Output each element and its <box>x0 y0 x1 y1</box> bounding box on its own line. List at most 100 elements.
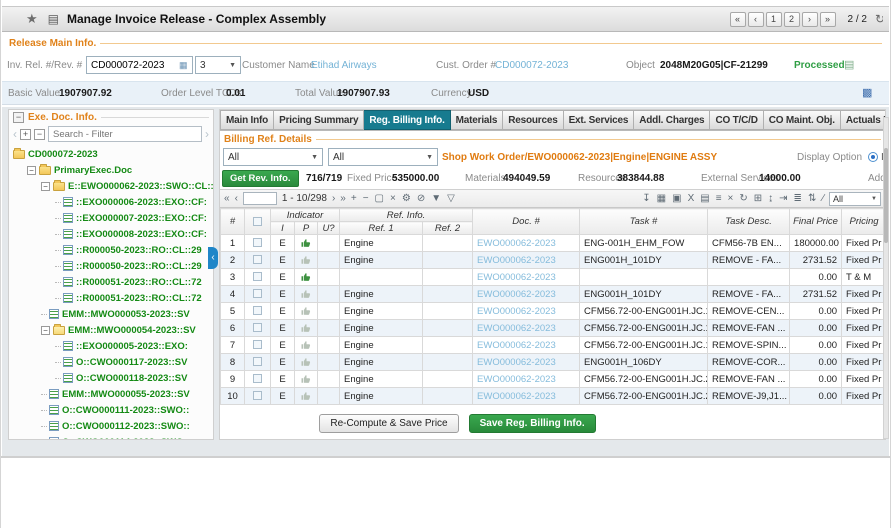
tree-item[interactable]: O::CWO000117-2023::SV <box>9 354 213 370</box>
table-row[interactable]: 9EEngineEWO000062-2023CFM56.72-00-ENG001… <box>221 371 887 388</box>
remove-icon[interactable]: × <box>390 191 396 206</box>
checkbox-icon[interactable] <box>253 340 262 349</box>
sort-icon[interactable]: ⇅ <box>808 191 816 206</box>
table-row[interactable]: 6EEngineEWO000062-2023CFM56.72-00-ENG001… <box>221 320 887 337</box>
tree-expander-icon[interactable]: − <box>41 182 50 191</box>
chevron-left-icon[interactable]: ‹ <box>13 127 17 141</box>
grid-next-page-icon[interactable]: › <box>332 191 335 206</box>
filter-icon[interactable]: ▼ <box>431 191 441 206</box>
checkbox-icon[interactable] <box>253 289 262 298</box>
doc-number-link[interactable]: EWO000062-2023 <box>477 255 556 266</box>
row-checkbox[interactable] <box>245 303 271 320</box>
row-checkbox[interactable] <box>245 252 271 269</box>
expand-icon[interactable]: ⊞ <box>754 191 762 206</box>
tab-co-t-c-d[interactable]: CO T/C/D <box>710 110 763 130</box>
pin-icon[interactable]: ↨ <box>768 191 773 206</box>
refresh-icon[interactable]: ↻ <box>739 191 747 206</box>
table-row[interactable]: 10EEngineEWO000062-2023CFM56.72-00-ENG00… <box>221 388 887 405</box>
tab-actuals-info[interactable]: Actuals Info. <box>841 110 885 130</box>
row-checkbox[interactable] <box>245 269 271 286</box>
export-icon[interactable]: ▩ <box>862 86 872 99</box>
pager-first-button[interactable]: « <box>730 12 746 27</box>
export-pdf-icon[interactable]: ↧ <box>642 191 650 206</box>
col-p-header[interactable]: P <box>295 222 318 235</box>
tree-item[interactable]: EMM::MWO000055-2023::SV <box>9 386 213 402</box>
tree-item[interactable]: −E::EWO000062-2023::SWO::CL:: <box>9 178 213 194</box>
unfilter-icon[interactable]: ∕ <box>822 191 824 206</box>
tree-search-input[interactable] <box>48 126 202 142</box>
row-checkbox[interactable] <box>245 235 271 252</box>
panel-splitter-handle[interactable]: ‹ <box>208 247 218 269</box>
lookup-icon[interactable]: ▦ <box>179 60 188 71</box>
doc-number-link[interactable]: EWO000062-2023 <box>477 272 556 283</box>
chevron-right-icon[interactable]: › <box>205 127 209 141</box>
pager-prev-button[interactable]: ‹ <box>748 12 764 27</box>
grid-view-select[interactable]: All ▼ <box>829 192 881 206</box>
tab-co-maint-obj[interactable]: CO Maint. Obj. <box>764 110 841 130</box>
table-row[interactable]: 5EEngineEWO000062-2023CFM56.72-00-ENG001… <box>221 303 887 320</box>
table-row[interactable]: 2EEngineEWO000062-2023ENG001H_101DYREMOV… <box>221 252 887 269</box>
col-taskdesc-header[interactable]: Task Desc. <box>708 209 790 235</box>
scrollbar-thumb[interactable] <box>884 148 888 243</box>
report-icon[interactable]: ▤ <box>700 191 709 206</box>
col-num-header[interactable]: # <box>221 209 245 235</box>
display-option-radio[interactable] <box>868 152 878 162</box>
tree-item[interactable]: ::EXO000006-2023::EXO::CF: <box>9 194 213 210</box>
inv-rel-input[interactable] <box>86 56 193 74</box>
doc-link[interactable]: EWO000062-2023 <box>473 252 580 269</box>
chart-icon[interactable]: ▦ <box>657 191 666 206</box>
recompute-save-price-button[interactable]: Re-Compute & Save Price <box>319 414 458 433</box>
tab-addl-charges[interactable]: Addl. Charges <box>634 110 710 130</box>
refresh-icon[interactable]: ↻ <box>875 12 883 26</box>
collapse-panel-icon[interactable]: − <box>13 112 24 123</box>
tree-item[interactable]: ::R000050-2023::RO::CL::29 <box>9 242 213 258</box>
doc-number-link[interactable]: EWO000062-2023 <box>477 289 556 300</box>
checkbox-icon[interactable] <box>253 255 262 264</box>
doc-number-link[interactable]: EWO000062-2023 <box>477 374 556 385</box>
collapse-all-icon[interactable]: − <box>34 129 45 140</box>
tree-item[interactable]: −EMM::MWO000054-2023::SV <box>9 322 213 338</box>
checkbox-icon[interactable] <box>253 306 262 315</box>
tab-materials[interactable]: Materials <box>451 110 504 130</box>
tree-expander-icon[interactable]: − <box>41 326 50 335</box>
doc-number-link[interactable]: EWO000062-2023 <box>477 391 556 402</box>
calculator-icon[interactable]: ▣ <box>672 191 681 206</box>
checkbox-icon[interactable] <box>253 272 262 281</box>
columns-icon[interactable]: ≣ <box>794 191 802 206</box>
row-checkbox[interactable] <box>245 388 271 405</box>
row-checkbox[interactable] <box>245 320 271 337</box>
doc-link[interactable]: EWO000062-2023 <box>473 286 580 303</box>
favorite-star-icon[interactable]: ★ <box>26 11 38 27</box>
col-pricing-header[interactable]: Pricing <box>842 209 886 235</box>
doc-number-link[interactable]: EWO000062-2023 <box>477 306 556 317</box>
row-checkbox[interactable] <box>245 337 271 354</box>
expand-all-icon[interactable]: + <box>20 129 31 140</box>
freeze-icon[interactable]: ⇥ <box>779 191 787 206</box>
tree-item[interactable]: ::EXO000007-2023::EXO::CF: <box>9 210 213 226</box>
col-ref1-header[interactable]: Ref. 1 <box>340 222 423 235</box>
doc-link[interactable]: EWO000062-2023 <box>473 388 580 405</box>
pager-last-button[interactable]: » <box>820 12 836 27</box>
add-row-icon[interactable]: + <box>351 191 357 206</box>
select-all-checkbox[interactable] <box>245 209 271 235</box>
tree-item[interactable]: CD000072-2023 <box>9 146 213 162</box>
row-checkbox[interactable] <box>245 354 271 371</box>
checkbox-icon[interactable] <box>253 238 262 247</box>
table-row[interactable]: 3EEWO000062-20230.00T & M <box>221 269 887 286</box>
settings-icon[interactable]: ⚙ <box>402 191 411 206</box>
clipboard-icon[interactable]: ≡ <box>716 191 722 206</box>
delete-row-icon[interactable]: − <box>363 191 369 206</box>
checkbox-icon[interactable] <box>253 374 262 383</box>
revision-select[interactable]: 3 ▼ <box>195 56 241 74</box>
tree-item[interactable]: ::R000051-2023::RO::CL::72 <box>9 290 213 306</box>
doc-link[interactable]: EWO000062-2023 <box>473 235 580 252</box>
grid-prev-page-icon[interactable]: ‹ <box>235 191 238 206</box>
tree-expander-icon[interactable]: − <box>27 166 36 175</box>
billing-filter2-select[interactable]: All ▼ <box>328 148 438 166</box>
vertical-scrollbar[interactable] <box>883 117 889 439</box>
tree-item[interactable]: O::CWO000114-2023::SWO:: <box>9 434 213 440</box>
col-ref2-header[interactable]: Ref. 2 <box>423 222 473 235</box>
status-doc-icon[interactable]: ▤ <box>844 58 854 71</box>
table-row[interactable]: 8EEngineEWO000062-2023ENG001H_106DYREMOV… <box>221 354 887 371</box>
tree-item[interactable]: O::CWO000118-2023::SV <box>9 370 213 386</box>
